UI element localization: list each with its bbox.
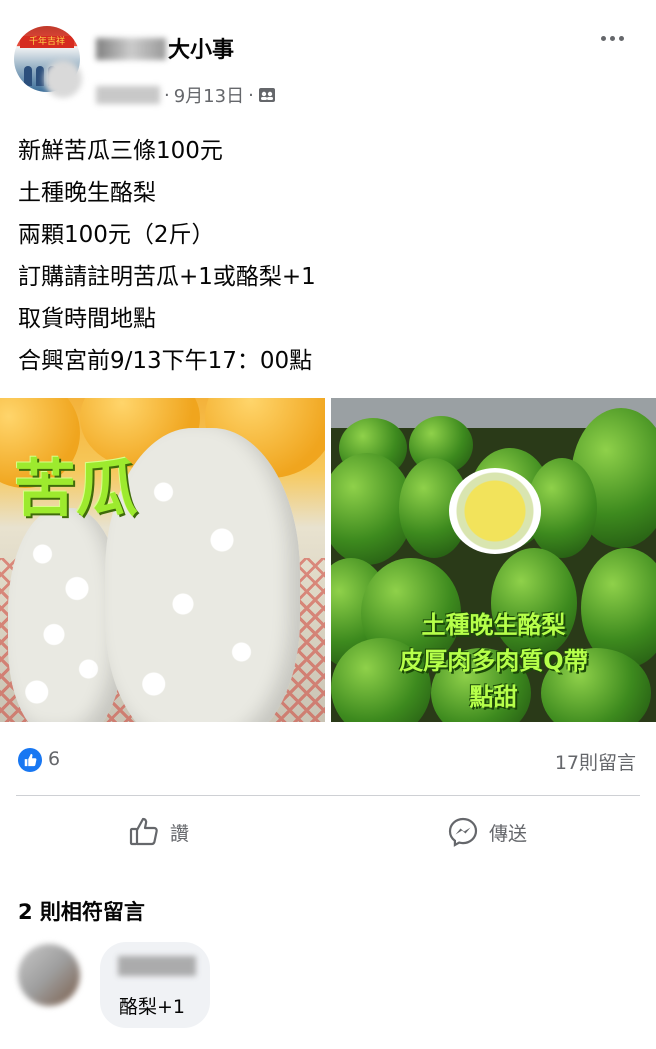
post-body: 新鮮苦瓜三條100元 土種晚生酪梨 兩顆100元（2斤） 訂購請註明苦瓜+1或酪… xyxy=(18,130,316,382)
more-horizontal-icon[interactable] xyxy=(596,30,628,46)
redacted-meta xyxy=(96,86,160,104)
post-line: 訂購請註明苦瓜+1或酪梨+1 xyxy=(18,264,316,290)
avatar-blur-overlay xyxy=(44,60,82,98)
bitter-melon-label: 苦瓜 xyxy=(14,452,139,525)
avatar-banner: 千年吉祥 xyxy=(20,36,74,48)
commenter-avatar[interactable] xyxy=(18,944,80,1006)
send-button[interactable]: 傳送 xyxy=(447,812,527,852)
post-date[interactable]: 9月13日 xyxy=(174,82,244,108)
post-line: 兩顆100元（2斤） xyxy=(18,222,215,248)
matched-comments-header: 2 則相符留言 xyxy=(18,900,145,924)
send-button-label: 傳送 xyxy=(489,822,528,845)
post-line: 合興宮前9/13下午17：00點 xyxy=(18,348,313,374)
like-button[interactable]: 讚 xyxy=(128,812,189,852)
meta-separator: · xyxy=(164,84,170,106)
post-line: 土種晚生酪梨 xyxy=(18,180,156,206)
divider xyxy=(16,795,640,796)
group-icon xyxy=(258,88,275,102)
like-count[interactable]: 6 xyxy=(48,748,60,770)
post-meta: · 9月13日 · xyxy=(96,82,276,108)
avocado-label-2: 皮厚肉多肉質Q帶 xyxy=(399,647,588,675)
like-button-label: 讚 xyxy=(170,822,190,845)
post-line: 新鮮苦瓜三條100元 xyxy=(18,138,223,164)
post-line: 取貨時間地點 xyxy=(18,306,156,332)
avocado-label-3: 點甜 xyxy=(469,683,518,711)
photo-avocado[interactable]: 土種晚生酪梨 皮厚肉多肉質Q帶 點甜 xyxy=(331,398,656,722)
comment-text: 酪梨+1 xyxy=(119,996,186,1018)
redacted-name-part xyxy=(96,38,166,60)
redacted-commenter-name[interactable] xyxy=(118,956,196,976)
like-reaction-icon[interactable] xyxy=(18,748,42,772)
page-name[interactable]: 大小事 xyxy=(96,32,234,64)
photo-bitter-melon[interactable]: 苦瓜 xyxy=(0,398,325,722)
messenger-icon xyxy=(448,817,478,847)
avocado-label-1: 土種晚生酪梨 xyxy=(421,611,566,639)
meta-separator-2: · xyxy=(248,84,254,106)
comment-count[interactable]: 17則留言 xyxy=(555,748,636,775)
page-name-text[interactable]: 大小事 xyxy=(168,38,234,63)
thumbs-up-icon xyxy=(129,817,158,846)
